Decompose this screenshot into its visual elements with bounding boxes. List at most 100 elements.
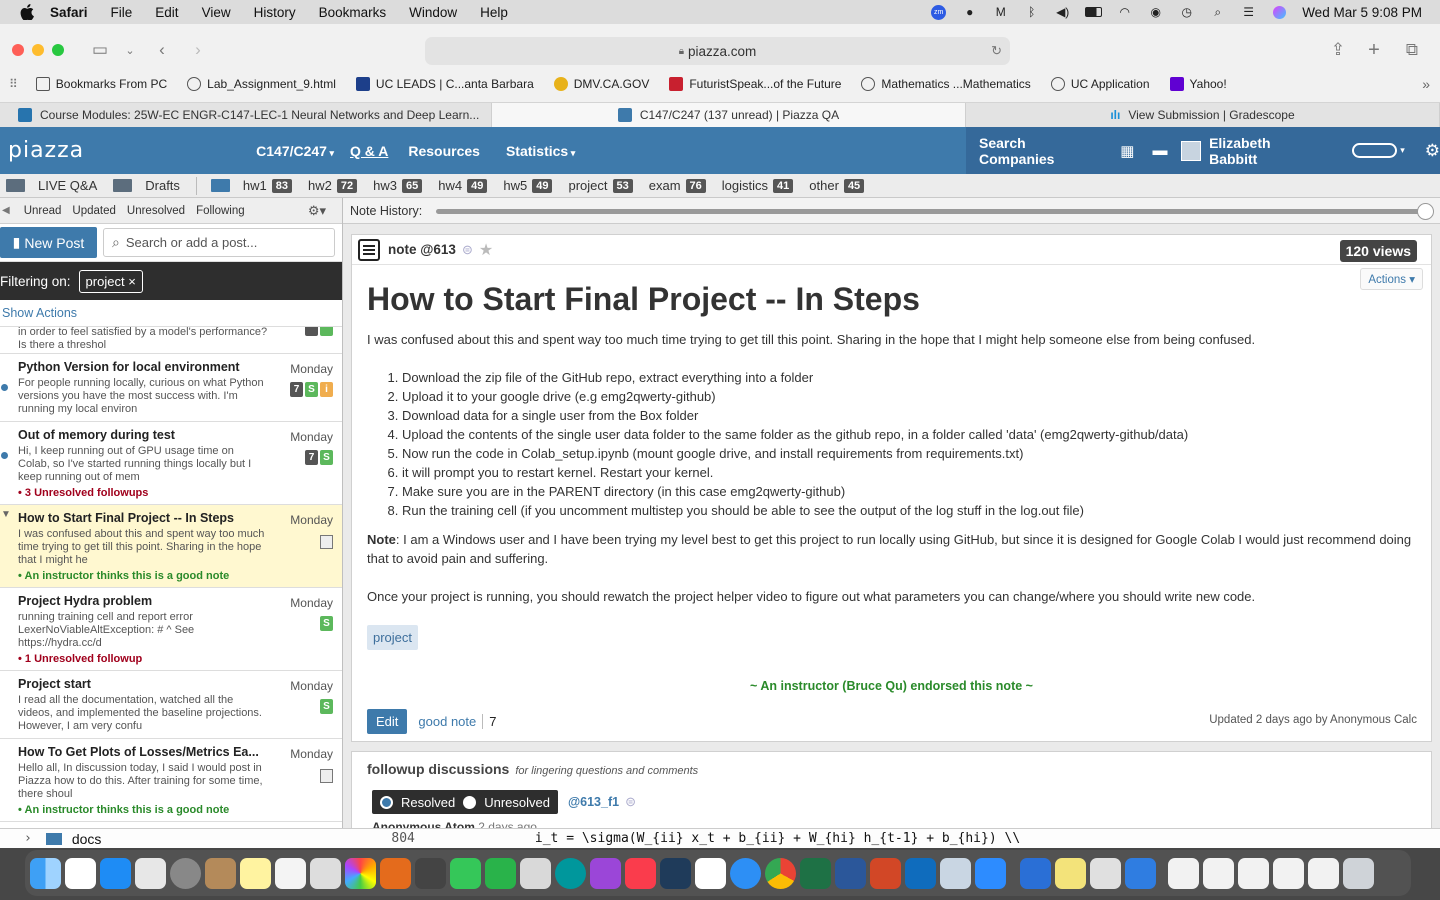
xcode-icon[interactable] — [1125, 857, 1156, 889]
forward-icon[interactable]: › — [187, 40, 209, 60]
finder-icon[interactable] — [30, 857, 61, 889]
slider-handle[interactable] — [1417, 203, 1434, 220]
new-tab-icon[interactable]: + — [1363, 39, 1385, 61]
chrome-icon[interactable] — [765, 857, 796, 889]
powerpoint-icon[interactable] — [870, 857, 901, 889]
menu-app-safari[interactable]: Safari — [50, 5, 88, 20]
history-slider[interactable] — [436, 203, 1434, 220]
filter-chip[interactable]: project × — [78, 269, 143, 293]
matlab-icon[interactable] — [380, 857, 411, 889]
sidebar-toggle-icon[interactable]: ▭ — [89, 40, 111, 60]
menu-bookmarks[interactable]: Bookmarks — [319, 5, 387, 20]
preview-icon[interactable] — [940, 857, 971, 889]
feed-item[interactable]: How To Get Plots of Losses/Metrics Ea...… — [0, 739, 342, 822]
volume-icon[interactable]: ◀) — [1054, 5, 1071, 19]
bookmark-folder[interactable]: Bookmarks From PC — [35, 77, 167, 91]
menu-window[interactable]: Window — [409, 5, 457, 20]
notes-icon[interactable] — [240, 857, 271, 889]
folder-live-qa[interactable]: LIVE Q&A — [6, 178, 97, 193]
control-center-icon[interactable]: ☰ — [1240, 5, 1257, 19]
textedit-icon[interactable] — [275, 857, 306, 889]
photos-icon[interactable] — [345, 857, 376, 889]
search-input[interactable]: ⌕ Search or add a post... — [103, 228, 335, 257]
star-icon[interactable]: ★ — [479, 240, 493, 260]
tab-piazza[interactable]: C147/C247 (137 unread) | Piazza QA — [492, 103, 966, 127]
gear-icon[interactable]: ⚙ — [1425, 141, 1440, 161]
filter-unresolved[interactable]: Unresolved — [127, 205, 185, 217]
nav-statistics[interactable]: Statistics ▾ — [506, 143, 575, 159]
chat-icon[interactable]: ▬ — [1152, 142, 1167, 159]
stickies-icon[interactable] — [1055, 857, 1086, 889]
zoom-window-button[interactable] — [52, 44, 64, 56]
feed-item[interactable]: Project Hydra problem running training c… — [0, 588, 342, 671]
bluetooth-app-icon[interactable] — [1020, 857, 1051, 889]
edit-button[interactable]: Edit — [367, 709, 408, 734]
resolved-radio[interactable] — [380, 795, 393, 809]
word-icon[interactable] — [835, 857, 866, 889]
new-post-button[interactable]: ▮ New Post — [0, 227, 97, 258]
bookmark-item[interactable]: Yahoo! — [1169, 77, 1227, 91]
address-bar[interactable]: 🔒︎ piazza.com ↻ — [425, 37, 1010, 65]
app-folder-icon[interactable] — [1090, 857, 1121, 889]
news-icon[interactable] — [695, 857, 726, 889]
battery-icon[interactable] — [1085, 5, 1103, 19]
bookmark-item[interactable]: UC Application — [1050, 77, 1150, 91]
show-actions-link[interactable]: Show Actions — [0, 300, 342, 327]
launchpad-icon[interactable] — [135, 857, 166, 889]
wifi-icon[interactable]: ◠ — [1116, 5, 1133, 19]
user-icon[interactable]: ◉ — [1147, 5, 1164, 19]
calendar-icon[interactable]: ▦ — [1120, 142, 1134, 160]
system-preferences-icon[interactable] — [170, 857, 201, 889]
user-name[interactable]: Elizabeth Babbitt — [1209, 135, 1320, 167]
caret-icon[interactable]: ▾ — [1400, 145, 1405, 156]
trash-icon[interactable] — [1343, 857, 1374, 889]
document-thumb-icon[interactable] — [1168, 857, 1199, 889]
piazza-logo[interactable]: piazza — [8, 138, 84, 163]
arduino-icon[interactable] — [555, 857, 586, 889]
search-companies-link[interactable]: Search Companies — [979, 135, 1102, 167]
zoom-status-icon[interactable]: zm — [930, 4, 947, 20]
close-window-button[interactable] — [12, 44, 24, 56]
screenshot-icon[interactable] — [310, 857, 341, 889]
tab-gradescope[interactable]: ılı View Submission | Gradescope — [966, 103, 1440, 127]
feed-item[interactable]: Python Version for local environment For… — [0, 354, 342, 422]
grammarly-icon[interactable]: ● — [961, 5, 978, 19]
share-icon[interactable]: ⇪ — [1327, 40, 1349, 60]
document-thumb-icon[interactable] — [1203, 857, 1234, 889]
folder-hw3[interactable]: hw3 65 — [373, 178, 423, 193]
nav-resources[interactable]: Resources — [408, 143, 480, 159]
folder-other[interactable]: other 45 — [809, 178, 865, 193]
folder-hw4[interactable]: hw4 49 — [438, 178, 488, 193]
link-icon[interactable]: ⊜ — [625, 794, 636, 810]
numbers-icon[interactable] — [485, 857, 516, 889]
malwarebytes-icon[interactable]: M — [992, 5, 1009, 19]
bookmark-item[interactable]: UC LEADS | C...anta Barbara — [355, 77, 534, 91]
folder-hw2[interactable]: hw2 72 — [308, 178, 358, 193]
chevron-down-icon[interactable]: ⌄ — [119, 40, 141, 60]
bluetooth-icon[interactable]: ᛒ — [1023, 5, 1040, 19]
avatar[interactable] — [1181, 140, 1202, 161]
contacts-icon[interactable] — [205, 857, 236, 889]
bookmark-item[interactable]: Mathematics ...Mathematics — [861, 77, 1031, 91]
good-note-button[interactable]: good note — [418, 714, 484, 729]
filter-updated[interactable]: Updated — [72, 205, 115, 217]
menu-view[interactable]: View — [202, 5, 231, 20]
bookmark-item[interactable]: FuturistSpeak...of the Future — [669, 77, 841, 91]
tab-overview-icon[interactable]: ⧉ — [1401, 40, 1423, 60]
feed-item[interactable]: Out of memory during test Hi, I keep run… — [0, 422, 342, 505]
siri-icon[interactable] — [1271, 5, 1288, 19]
feed-item[interactable]: in order to feel satisfied by a model's … — [0, 327, 342, 354]
outlook-icon[interactable] — [905, 857, 936, 889]
document-thumb-icon[interactable] — [1238, 857, 1269, 889]
music-icon[interactable] — [625, 857, 656, 889]
podcasts-icon[interactable] — [590, 857, 621, 889]
actions-dropdown[interactable]: Actions ▾ — [1360, 268, 1423, 290]
followup-id-link[interactable]: @613_f1 — [568, 795, 619, 809]
feed-item[interactable]: Project start I read all the documentati… — [0, 671, 342, 739]
messages-icon[interactable] — [450, 857, 481, 889]
folder-hw1[interactable]: hw1 83 — [210, 178, 293, 193]
menu-file[interactable]: File — [111, 5, 133, 20]
calculator-icon[interactable] — [415, 857, 446, 889]
filter-unread[interactable]: Unread — [24, 205, 62, 217]
folder-logistics[interactable]: logistics 41 — [722, 178, 794, 193]
